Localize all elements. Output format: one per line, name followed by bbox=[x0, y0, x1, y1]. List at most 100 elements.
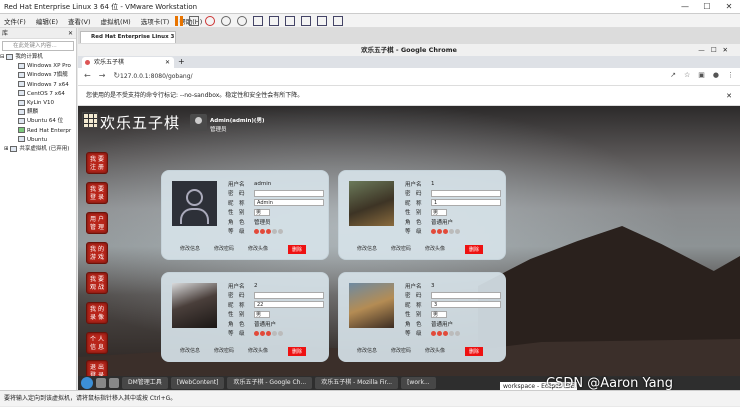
tree-item-vm[interactable]: Ubuntu bbox=[0, 136, 76, 145]
edit-avatar-button[interactable]: 修改头像 bbox=[248, 245, 268, 254]
minimize-button[interactable]: — bbox=[674, 0, 696, 14]
password-input[interactable] bbox=[431, 189, 501, 197]
nickname-input[interactable]: Admin bbox=[254, 199, 324, 207]
tree-item-vm-running[interactable]: Red Hat Enterpr bbox=[0, 127, 76, 136]
pause-icon[interactable] bbox=[175, 16, 183, 26]
library-view-icon[interactable] bbox=[253, 16, 263, 26]
forward-icon[interactable]: → bbox=[99, 71, 106, 80]
close-library-icon[interactable]: ✕ bbox=[68, 28, 73, 39]
label-nickname: 昵 称 bbox=[405, 200, 422, 207]
tree-label: Ubuntu bbox=[27, 136, 48, 143]
user-fields: 用户名 2 密 码 昵 称 22 性 别 男 角 色 普通用户 等 级 bbox=[228, 281, 324, 338]
user-avatar bbox=[190, 114, 207, 131]
register-button[interactable]: 我 要注 册 bbox=[86, 152, 108, 174]
edit-password-button[interactable]: 修改密码 bbox=[391, 347, 411, 356]
edit-info-button[interactable]: 修改信息 bbox=[357, 245, 377, 254]
delete-button[interactable]: 删除 bbox=[288, 347, 307, 356]
share-icon[interactable]: ↗ bbox=[670, 71, 676, 79]
bookmark-star-icon[interactable]: ☆ bbox=[684, 71, 690, 79]
tree-item-vm[interactable]: CentOS 7 x64 bbox=[0, 90, 76, 99]
start-menu-icon[interactable] bbox=[81, 377, 93, 389]
menu-vm[interactable]: 虚拟机(M) bbox=[101, 16, 131, 26]
gender-select[interactable]: 男 bbox=[254, 208, 270, 216]
watch-game-button[interactable]: 我 要观 战 bbox=[86, 272, 108, 294]
taskbar-app[interactable]: [WebContent] bbox=[170, 377, 225, 389]
nickname-input[interactable]: 3 bbox=[431, 301, 501, 309]
vm-tab[interactable]: Red Hat Enterprise Linux 3 ... bbox=[80, 31, 176, 51]
menu-kebab-icon[interactable]: ⋮ bbox=[727, 71, 734, 79]
manage-snapshots-icon[interactable] bbox=[237, 16, 247, 26]
delete-button[interactable]: 删除 bbox=[465, 245, 484, 254]
tree-item-shared[interactable]: ⊞ 共享虚拟机 (已弃用) bbox=[0, 145, 76, 154]
terminal-icon[interactable] bbox=[96, 378, 106, 388]
chrome-window-controls[interactable]: —☐✕ bbox=[698, 44, 734, 56]
password-input[interactable] bbox=[254, 189, 324, 197]
close-infobar-icon[interactable]: ✕ bbox=[726, 86, 732, 106]
gobang-logo-icon bbox=[82, 112, 98, 128]
url-field[interactable]: 127.0.0.1:8080/gobang/ bbox=[120, 71, 193, 83]
revert-snapshot-icon[interactable] bbox=[221, 16, 231, 26]
full-screen-icon[interactable] bbox=[285, 16, 295, 26]
tree-item-my-computer[interactable]: ⊟ 我的计算机 bbox=[0, 53, 76, 62]
login-button[interactable]: 我 要登 录 bbox=[86, 182, 108, 204]
gender-select[interactable]: 男 bbox=[431, 310, 447, 318]
edit-password-button[interactable]: 修改密码 bbox=[214, 245, 234, 254]
delete-button[interactable]: 删除 bbox=[465, 347, 484, 356]
tree-item-vm[interactable]: 麒麟 bbox=[0, 108, 76, 117]
edit-info-button[interactable]: 修改信息 bbox=[357, 347, 377, 356]
nickname-input[interactable]: 1 bbox=[431, 199, 501, 207]
delete-button[interactable]: 删除 bbox=[288, 245, 307, 254]
addr-actions: ↗ ☆ ▣ ● ⋮ bbox=[670, 71, 734, 79]
profile-button[interactable]: 个 人信 息 bbox=[86, 332, 108, 354]
chrome-titlebar: 欢乐五子棋 - Google Chrome —☐✕ bbox=[78, 44, 740, 56]
nickname-input[interactable]: 22 bbox=[254, 301, 324, 309]
logout-button[interactable]: 退 出登 录 bbox=[86, 360, 108, 376]
edit-avatar-button[interactable]: 修改头像 bbox=[425, 245, 445, 254]
stretch-icon[interactable] bbox=[333, 16, 343, 26]
console-view-icon[interactable] bbox=[317, 16, 327, 26]
menu-tabs[interactable]: 选项卡(T) bbox=[141, 16, 170, 26]
tree-item-vm[interactable]: Windows 7 x64 bbox=[0, 81, 76, 90]
taskbar-app[interactable]: 欢乐五子棋 - Mozilla Fir... bbox=[315, 377, 399, 389]
tree-label: 共享虚拟机 (已弃用) bbox=[19, 146, 70, 153]
edit-password-button[interactable]: 修改密码 bbox=[391, 245, 411, 254]
maximize-button[interactable]: ☐ bbox=[696, 0, 718, 14]
menu-file[interactable]: 文件(F) bbox=[4, 16, 26, 26]
tree-item-vm[interactable]: Windows 7旗舰 bbox=[0, 71, 76, 80]
snapshot-icon[interactable] bbox=[205, 16, 215, 26]
taskbar-app[interactable]: [work... bbox=[401, 377, 436, 389]
gender-select[interactable]: 男 bbox=[431, 208, 447, 216]
send-keys-icon[interactable] bbox=[189, 16, 199, 26]
menu-edit[interactable]: 编辑(E) bbox=[36, 16, 58, 26]
thumbnail-view-icon[interactable] bbox=[269, 16, 279, 26]
password-input[interactable] bbox=[254, 291, 324, 299]
close-tab-icon[interactable]: ✕ bbox=[165, 57, 170, 68]
library-search-input[interactable]: 在此处键入内容... bbox=[2, 41, 74, 51]
card-actions: 修改信息 修改密码 修改头像 删除 bbox=[180, 347, 307, 356]
profile-icon[interactable]: ● bbox=[713, 71, 719, 79]
files-icon[interactable] bbox=[109, 378, 119, 388]
edit-avatar-button[interactable]: 修改头像 bbox=[248, 347, 268, 356]
password-input[interactable] bbox=[431, 291, 501, 299]
chrome-tab[interactable]: 欢乐五子棋 ✕ bbox=[82, 57, 174, 68]
taskbar-app[interactable]: DM管理工具 bbox=[122, 377, 168, 389]
tree-item-vm[interactable]: Windows XP Pro bbox=[0, 62, 76, 71]
label-role: 角 色 bbox=[405, 219, 422, 226]
edit-password-button[interactable]: 修改密码 bbox=[214, 347, 234, 356]
tree-item-vm[interactable]: Ubuntu 64 位 bbox=[0, 117, 76, 126]
tree-item-vm[interactable]: KyLin V10 bbox=[0, 99, 76, 108]
edit-info-button[interactable]: 修改信息 bbox=[180, 347, 200, 356]
my-games-button[interactable]: 我 的游 戏 bbox=[86, 242, 108, 264]
taskbar-app[interactable]: 欢乐五子棋 - Google Ch... bbox=[227, 377, 313, 389]
my-replays-button[interactable]: 我 的录 像 bbox=[86, 302, 108, 324]
new-tab-icon[interactable]: + bbox=[178, 56, 185, 68]
menu-view[interactable]: 查看(V) bbox=[68, 16, 91, 26]
edit-avatar-button[interactable]: 修改头像 bbox=[425, 347, 445, 356]
unity-icon[interactable] bbox=[301, 16, 311, 26]
edit-info-button[interactable]: 修改信息 bbox=[180, 245, 200, 254]
gender-select[interactable]: 男 bbox=[254, 310, 270, 318]
user-management-button[interactable]: 用 户管 理 bbox=[86, 212, 108, 234]
extensions-icon[interactable]: ▣ bbox=[698, 71, 705, 79]
close-button[interactable]: ✕ bbox=[718, 0, 740, 14]
back-icon[interactable]: ← bbox=[84, 71, 91, 80]
